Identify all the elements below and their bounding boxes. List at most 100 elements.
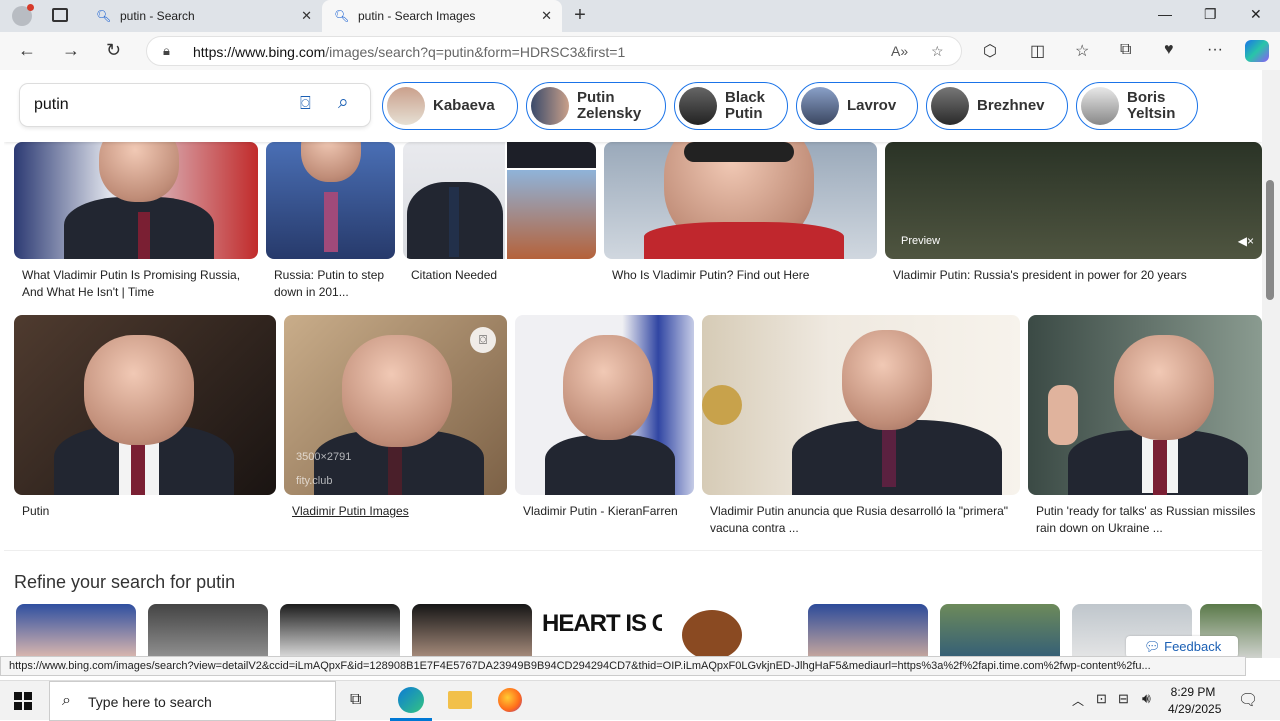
tab-search[interactable]: 🔍︎ putin - Search ✕ <box>84 0 322 32</box>
image-result[interactable] <box>14 315 276 495</box>
feedback-icon: 💬︎ <box>1144 639 1161 654</box>
related-chip-lavrov[interactable]: Lavrov <box>796 82 918 130</box>
image-result[interactable] <box>14 142 258 259</box>
search-box[interactable]: putin ⌼ ⌕ <box>20 84 370 126</box>
windows-start-icon[interactable] <box>14 692 32 710</box>
search-favicon-icon: 🔍︎ <box>96 9 112 23</box>
tab-title: putin - Search Images <box>358 9 476 23</box>
link-status-bar: https://www.bing.com/images/search?view=… <box>0 656 1246 676</box>
image-result[interactable] <box>604 142 877 259</box>
address-bar[interactable]: 🔒︎ https://www.bing.com/images/search?q=… <box>146 36 962 66</box>
address-url[interactable]: https://www.bing.com/images/search?q=put… <box>193 44 625 60</box>
result-caption[interactable]: Who Is Vladimir Putin? Find out Here <box>612 267 872 284</box>
back-button[interactable]: ← <box>18 40 36 61</box>
close-tab-icon[interactable]: ✕ <box>541 8 552 24</box>
image-result[interactable] <box>403 142 596 259</box>
result-caption[interactable]: Putin 'ready for talks' as Russian missi… <box>1036 503 1256 537</box>
image-result[interactable] <box>266 142 395 259</box>
scrollbar-thumb[interactable] <box>1266 180 1274 300</box>
refine-tile[interactable] <box>412 604 532 658</box>
extensions-icon[interactable]: ⬡ <box>983 41 997 61</box>
refine-tile[interactable] <box>940 604 1060 658</box>
firefox-icon[interactable] <box>498 688 522 712</box>
result-caption[interactable]: Vladimir Putin: Russia's president in po… <box>893 267 1253 284</box>
favorites-icon[interactable]: ☆ <box>1075 41 1089 61</box>
volume-icon[interactable]: 🔊︎ <box>1142 690 1151 707</box>
show-hidden-icons-icon[interactable]: ︿ <box>1072 692 1084 709</box>
performance-icon[interactable]: ♥ <box>1164 41 1174 59</box>
refine-tile[interactable] <box>16 604 136 658</box>
feedback-button[interactable]: 💬︎ Feedback <box>1126 636 1238 658</box>
forward-button[interactable]: → <box>62 40 80 61</box>
edge-taskbar-icon[interactable] <box>398 687 424 713</box>
task-view-icon[interactable]: ⧉ <box>350 691 361 709</box>
browser-toolbar: ← → ↻ 🔒︎ https://www.bing.com/images/sea… <box>0 32 1280 70</box>
result-caption[interactable]: Vladimir Putin Images <box>292 503 502 520</box>
preview-badge: Preview <box>901 235 941 247</box>
taskbar-search[interactable]: ⌕ Type here to search <box>49 681 336 721</box>
split-screen-icon[interactable]: ◫ <box>1030 41 1045 61</box>
result-caption[interactable]: Putin <box>22 503 262 520</box>
chip-label: Putin Zelensky <box>577 89 642 122</box>
favorite-star-icon[interactable]: ☆ <box>931 43 944 60</box>
file-explorer-icon[interactable] <box>448 691 472 709</box>
system-clock[interactable]: 8:29 PM 4/29/2025 <box>1168 684 1221 718</box>
chip-avatar <box>679 87 717 125</box>
profile-avatar[interactable] <box>12 4 34 26</box>
notifications-icon[interactable]: 🗨︎ <box>1238 690 1258 710</box>
image-result[interactable] <box>702 315 1020 495</box>
result-caption[interactable]: Russia: Putin to step down in 201... <box>274 267 394 301</box>
tab-actions-icon[interactable] <box>52 8 68 22</box>
result-caption[interactable]: Vladimir Putin anuncia que Rusia desarro… <box>710 503 1010 537</box>
search-header: putin ⌼ ⌕ Kabaeva Putin Zelensky Black P… <box>4 70 1262 142</box>
network-icon[interactable]: ⊟ <box>1118 691 1129 707</box>
refine-tile[interactable]: HEART IS CO <box>542 604 662 658</box>
ornament-shape <box>702 385 742 425</box>
search-input[interactable]: putin <box>34 96 69 114</box>
result-caption[interactable]: Citation Needed <box>411 267 591 284</box>
face-shape <box>1114 335 1214 440</box>
related-chip-brezhnev[interactable]: Brezhnev <box>926 82 1068 130</box>
chip-label: Brezhnev <box>977 97 1045 114</box>
taskbar-search-input[interactable]: Type here to search <box>88 694 212 710</box>
related-chip-boris-yeltsin[interactable]: Boris Yeltsin <box>1076 82 1198 130</box>
meet-now-icon[interactable]: ⊡ <box>1096 691 1107 707</box>
chip-avatar <box>387 87 425 125</box>
refine-tile[interactable] <box>148 604 268 658</box>
image-result[interactable] <box>1028 315 1262 495</box>
visual-search-icon[interactable]: ⌼ <box>470 327 496 353</box>
page-scrollbar[interactable] <box>1262 70 1280 658</box>
minimize-button[interactable]: — <box>1158 6 1172 22</box>
refine-tile[interactable] <box>280 604 400 658</box>
result-caption[interactable]: Vladimir Putin - KieranFarren <box>523 503 693 520</box>
image-panel <box>507 170 596 259</box>
image-result[interactable] <box>515 315 694 495</box>
tie-shape <box>138 212 150 259</box>
visual-search-icon[interactable]: ⌼ <box>300 93 311 114</box>
read-aloud-icon[interactable]: A» <box>891 43 908 59</box>
image-result[interactable]: ⌼ 3500×2791 fity.club <box>284 315 507 495</box>
refine-tile[interactable] <box>674 604 794 658</box>
refine-tile[interactable] <box>808 604 928 658</box>
related-chip-kabaeva[interactable]: Kabaeva <box>382 82 518 130</box>
jacket-shape <box>644 222 844 259</box>
video-preview[interactable]: Preview ◀× <box>885 142 1262 259</box>
collections-icon[interactable]: ⧉ <box>1120 41 1131 59</box>
copilot-icon[interactable] <box>1245 40 1269 62</box>
chip-label: Black Putin <box>725 89 766 122</box>
close-tab-icon[interactable]: ✕ <box>301 8 312 24</box>
tab-search-images[interactable]: 🔍︎ putin - Search Images ✕ <box>322 0 562 32</box>
mute-icon[interactable]: ◀× <box>1238 234 1254 248</box>
related-chip-putin-zelensky[interactable]: Putin Zelensky <box>526 82 666 130</box>
refresh-button[interactable]: ↻ <box>106 40 121 61</box>
close-window-button[interactable]: ✕ <box>1250 6 1262 23</box>
more-menu-icon[interactable]: ··· <box>1207 41 1223 59</box>
result-caption[interactable]: What Vladimir Putin Is Promising Russia,… <box>22 267 242 301</box>
clock-time: 8:29 PM <box>1170 685 1216 699</box>
related-chip-black-putin[interactable]: Black Putin <box>674 82 788 130</box>
chip-avatar <box>1081 87 1119 125</box>
tie-shape <box>449 187 459 257</box>
restore-button[interactable]: ❐ <box>1204 6 1217 23</box>
search-icon[interactable]: ⌕ <box>338 92 349 114</box>
new-tab-button[interactable]: + <box>568 4 592 28</box>
